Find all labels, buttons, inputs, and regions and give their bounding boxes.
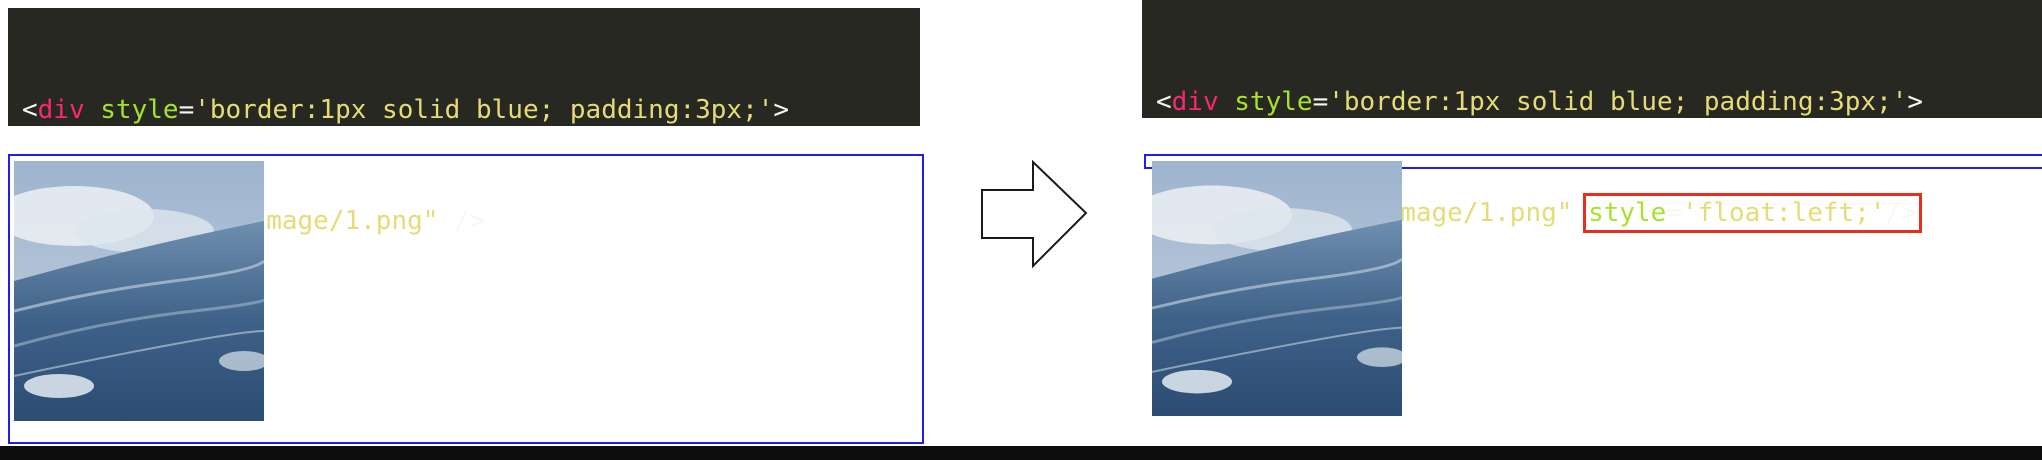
- code-punct: =: [1312, 87, 1329, 117]
- code-attr: style: [1234, 87, 1313, 117]
- right-code-block: <div style='border:1px solid blue; paddi…: [1142, 0, 2042, 339]
- code-punct: >: [1907, 87, 1924, 117]
- code-punct: =: [1666, 198, 1682, 228]
- code-punct: />: [1885, 198, 1917, 228]
- code-tag: div: [37, 95, 85, 125]
- right-arrow-icon: [981, 159, 1088, 269]
- code-string: 'border:1px solid blue; padding:3px;': [194, 95, 774, 125]
- code-punct: <: [1156, 87, 1172, 117]
- code-punct: =: [178, 95, 195, 125]
- code-string: 'float:left;': [1682, 198, 1886, 228]
- ocean-wave-photo-icon: [1152, 161, 1402, 416]
- code-string: 'border:1px solid blue; padding:3px;': [1328, 87, 1908, 117]
- code-punct: [1572, 198, 1588, 228]
- code-attr: style: [1588, 198, 1667, 228]
- right-code-line-1: <div style='border:1px solid blue; paddi…: [1156, 84, 2028, 121]
- bottom-edge-bar: [0, 446, 2042, 460]
- ocean-wave-photo-icon: [14, 161, 264, 421]
- right-ocean-image: [1152, 161, 1402, 416]
- code-punct: >: [773, 95, 790, 125]
- code-punct: <: [22, 95, 38, 125]
- code-tag: div: [1171, 87, 1219, 117]
- left-code-line-1: <div style='border:1px solid blue; paddi…: [22, 92, 906, 129]
- float-left-highlight: style='float:left;'/>: [1583, 193, 1922, 233]
- transition-arrow: [980, 159, 1090, 270]
- left-ocean-image: [14, 161, 264, 421]
- code-attr: style: [100, 95, 179, 125]
- left-code-block: <div style='border:1px solid blue; paddi…: [8, 8, 920, 347]
